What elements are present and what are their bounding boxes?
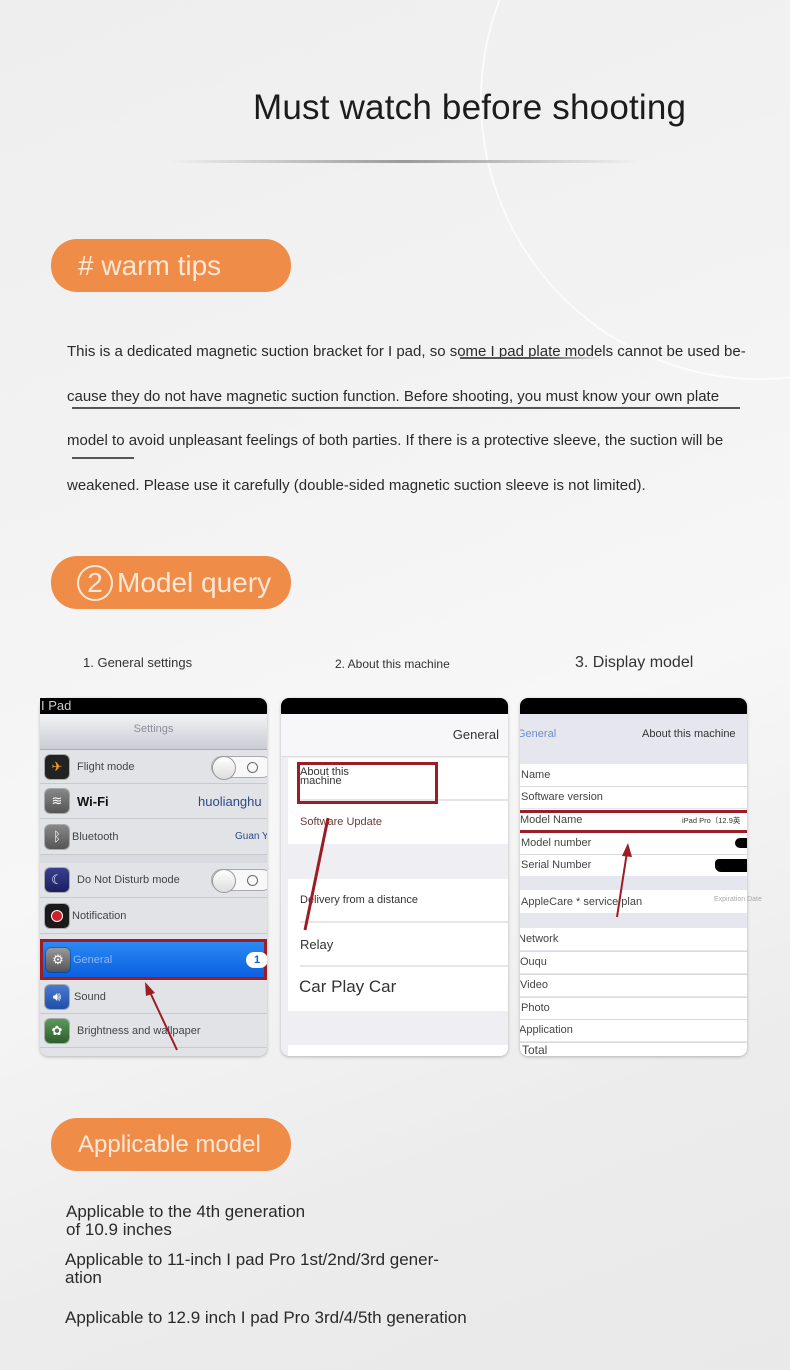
notification-icon	[45, 903, 69, 928]
bluetooth-icon: ᛒ	[45, 824, 69, 849]
general-group-2: Delivery from a distance Relay Car Play …	[288, 879, 508, 1011]
info-row-photo: Photo	[520, 997, 747, 1019]
page-title: Must watch before shooting	[253, 88, 687, 127]
separator	[520, 1019, 747, 1020]
separator	[520, 951, 747, 952]
settings-row-do-not-disturb[interactable]: ☾ Do Not Disturb mode	[40, 863, 267, 898]
wifi-network-value: huolianghu	[198, 793, 262, 809]
settings-row-flight-mode[interactable]: ✈ Flight mode	[40, 750, 267, 784]
info-row-video: Video	[520, 974, 747, 996]
info-row-applecare[interactable]: AppleCare * service plan	[520, 890, 747, 913]
relay-item[interactable]: Relay	[300, 937, 333, 952]
settings-row-bluetooth[interactable]: ᛒ Bluetooth Guan Yue	[40, 819, 267, 855]
info-row-total: Total	[520, 1042, 747, 1056]
number-badge: 2	[77, 564, 113, 601]
step-label-3: 3. Display model	[575, 654, 694, 671]
warm-tips-heading: # warm tips	[51, 239, 291, 292]
separator	[520, 854, 747, 855]
info-row-serial-number: Serial Number	[520, 854, 747, 876]
underline-mark	[460, 357, 600, 359]
model-name-highlight-top	[520, 810, 747, 813]
tips-line: weakened. Please use it carefully (doubl…	[67, 476, 646, 494]
about-nav-title: About this machine	[642, 728, 736, 740]
delivery-from-distance-item[interactable]: Delivery from a distance	[300, 894, 418, 906]
about-nav-bar: General About this machine	[520, 714, 747, 766]
airplane-icon: ✈	[45, 754, 69, 779]
moon-icon: ☾	[45, 868, 69, 892]
tips-line: This is a dedicated magnetic suction bra…	[67, 343, 746, 360]
status-bar	[40, 698, 267, 714]
status-bar	[281, 698, 508, 714]
group-gap	[40, 855, 267, 863]
device-label: I Pad	[40, 698, 73, 713]
settings-nav-bar: Settings	[40, 714, 267, 750]
settings-row-wifi[interactable]: ≋ Wi-Fi huolianghu	[40, 784, 267, 819]
applecare-value: Expiration Date	[714, 896, 762, 903]
underline-mark	[72, 457, 134, 459]
separator	[520, 997, 747, 998]
speaker-icon: 🔊︎	[45, 984, 69, 1009]
model-name-highlight-bottom	[520, 830, 747, 833]
info-row-name: Name	[520, 764, 747, 786]
applicable-model-heading: Applicable model	[51, 1118, 291, 1171]
separator	[300, 921, 508, 923]
separator	[520, 1042, 747, 1043]
wifi-icon: ≋	[45, 789, 69, 813]
about-screenshot: General About this machine Name Software…	[520, 698, 747, 1056]
back-button[interactable]: General	[520, 728, 556, 740]
step-label-2: 2. About this machine	[335, 657, 450, 671]
software-update-item[interactable]: Software Update	[300, 816, 382, 828]
underline-mark	[72, 407, 740, 409]
warm-tips-paragraph: This is a dedicated magnetic suction bra…	[67, 330, 747, 508]
redacted-mark	[735, 838, 747, 848]
do-not-disturb-toggle[interactable]	[211, 869, 267, 893]
general-nav-bar: General	[281, 714, 508, 757]
info-row-ouqu: Ouqu	[520, 951, 747, 973]
info-row-network: Network	[520, 928, 747, 950]
applicable-item-2: Applicable to 11-inch I pad Pro 1st/2nd/…	[65, 1250, 439, 1287]
flight-mode-toggle[interactable]	[211, 755, 267, 780]
settings-row-general[interactable]: ⚙ General 1	[40, 939, 267, 980]
model-query-heading: 2 Model query	[51, 556, 291, 609]
gear-icon: ⚙	[46, 947, 70, 972]
settings-row-sound[interactable]: 🔊︎ Sound	[40, 980, 267, 1014]
general-badge: 1	[246, 951, 267, 968]
flower-icon: ✿	[45, 1018, 69, 1043]
tips-line: cause they do not have magnetic suction …	[67, 387, 720, 405]
general-screenshot: General About this machine Software Upda…	[281, 698, 508, 1056]
general-group-3	[288, 1045, 508, 1056]
settings-screenshot: Settings ✈ Flight mode ≋ Wi-Fi huoliangh…	[40, 698, 267, 1056]
tips-line: model to avoid unpleasant feelings of bo…	[67, 432, 724, 449]
step-label-1: 1. General settings	[83, 655, 193, 670]
car-play-item[interactable]: Car Play Car	[299, 977, 396, 997]
separator	[520, 786, 747, 787]
bluetooth-value: Guan Yue	[235, 831, 267, 842]
redacted-mark	[715, 858, 747, 872]
separator	[520, 974, 747, 975]
about-highlight-box	[297, 762, 438, 804]
title-divider	[170, 160, 640, 163]
info-row-model-number: Model number	[520, 832, 747, 854]
info-row-software-version: Software version	[520, 786, 747, 808]
info-row-application: Application	[520, 1019, 747, 1041]
settings-row-brightness[interactable]: ✿ Brightness and wallpaper	[40, 1014, 267, 1048]
model-name-value: iPad Pro（12.9英	[682, 815, 741, 825]
status-bar	[520, 698, 747, 714]
separator	[300, 965, 508, 967]
applicable-item-1: Applicable to the 4th generation of 10.9…	[66, 1202, 306, 1239]
applicable-item-3: Applicable to 12.9 inch I pad Pro 3rd/4/…	[65, 1308, 467, 1327]
settings-row-notification[interactable]: Notification	[40, 898, 267, 934]
decorative-arc	[480, 0, 790, 380]
